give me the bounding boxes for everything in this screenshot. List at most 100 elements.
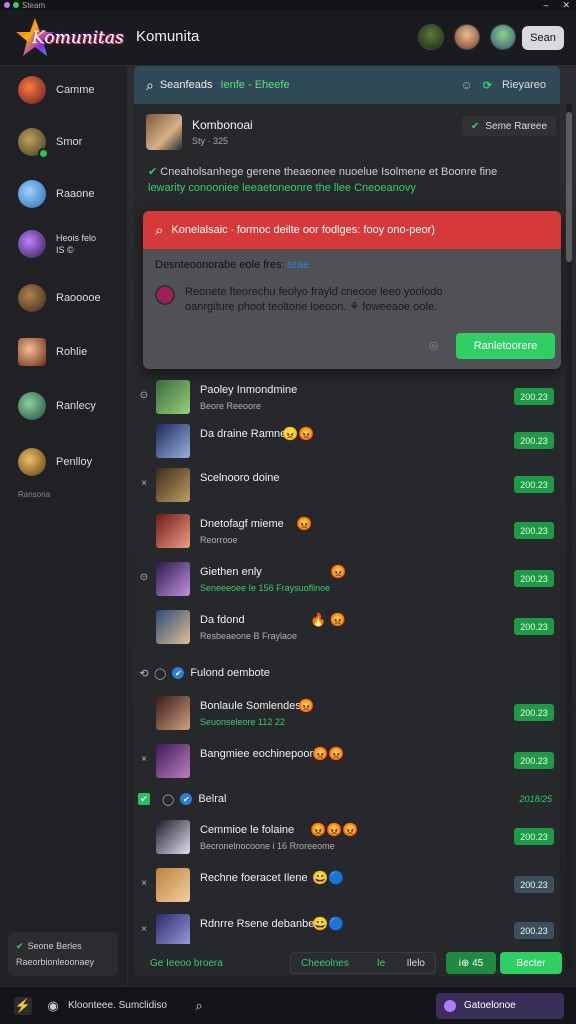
list-item[interactable]: ⊙ Paoley Inmondmine Beore Reeoore 200.23: [134, 374, 560, 422]
search-icon: ⌕: [146, 76, 154, 93]
app-dot-icon: [4, 2, 10, 8]
alert-dialog: ⌕ Konelalsaic ∙ formoc deilte oor fodlge…: [143, 211, 561, 369]
komunitas-logo[interactable]: Komunitas: [12, 14, 124, 64]
check-icon: ✔: [16, 941, 24, 951]
sidebar-item-label: Raaone: [56, 188, 95, 200]
row-badge-button[interactable]: 200.23: [514, 522, 554, 539]
row-title: Rdnrre Rsene debanbes.: [200, 918, 323, 930]
bottom-pill[interactable]: Cheeolnes Ie Ilelo: [290, 952, 436, 974]
emoji-icon: 😡: [298, 698, 315, 713]
alert-message-line-2: oanrgiture phoot teoltone loeoon. ⚘ fowe…: [185, 301, 438, 313]
list-item[interactable]: ⊙ Giethen enly Seneeeoee Ie 156 Fraysuof…: [134, 556, 560, 604]
sidebar-item-6[interactable]: Rohlie: [18, 338, 87, 366]
refresh-icon[interactable]: ⟳: [483, 79, 492, 92]
sidebar-item-label: Ranlecy: [56, 400, 96, 412]
row-sub: Resbeaeone B Fraylaoe: [200, 631, 298, 641]
sidebar-item-3[interactable]: Raaone: [18, 180, 95, 208]
list-item[interactable]: Da draine Ramne 😠😡 200.23: [134, 418, 560, 466]
emoji-icon: 😠😡: [282, 426, 315, 441]
profile-avatar[interactable]: [146, 114, 182, 150]
row-badge-button[interactable]: 200.23: [514, 432, 554, 449]
app-window: Steam – ✕ Komunitas Komunita Sean Camme …: [0, 0, 576, 1024]
app-launcher-icon[interactable]: ⚡: [14, 996, 32, 1015]
pill-mid-label: Ie: [376, 957, 386, 969]
close-button[interactable]: ✕: [562, 0, 570, 10]
game-icon: [18, 128, 49, 159]
row-lead-icon: ⊙: [139, 390, 149, 401]
section-header-friends[interactable]: ⟲ ◯ ✔ Fulond oembote: [134, 661, 560, 685]
minimize-button[interactable]: –: [543, 0, 548, 10]
circle-icon: ◯: [154, 667, 167, 680]
primary-action-button[interactable]: Becter: [500, 952, 562, 974]
row-badge-button[interactable]: 200.23: [514, 922, 554, 939]
verified-icon: ✔: [180, 793, 193, 805]
sidebar-item-1[interactable]: Camme: [18, 76, 95, 104]
search-hint: Ienfe - Eheefe: [220, 79, 290, 91]
sidebar: Camme Smor Raaone Heois felo IS © Raoooo…: [0, 66, 128, 986]
steam-icon[interactable]: ◉: [44, 997, 62, 1015]
row-badge-button[interactable]: 200.23: [514, 570, 554, 587]
list-item[interactable]: Dnetofagf mieme Reorrooe 😡 200.23: [134, 508, 560, 556]
search-input[interactable]: Seanfeads: [160, 79, 213, 91]
section-header-belral[interactable]: ✔ ◯ ✔ Belral 2018/25: [134, 787, 560, 811]
row-title: Dnetofagf mieme: [200, 518, 284, 530]
search-right-label[interactable]: Rieyareo: [502, 79, 546, 91]
header-avatar-2[interactable]: [454, 24, 480, 50]
checkbox[interactable]: ✔: [138, 793, 150, 805]
list-item[interactable]: × Scelnooro doine 200.23: [134, 462, 560, 510]
list-item[interactable]: × Rechne foeracet Ilene 😀🔵 200.23: [134, 862, 560, 910]
list-item[interactable]: Da fdond Resbeaeone B Fraylaoe 🔥 😡 200.2…: [134, 604, 560, 652]
list-item[interactable]: × Rdnrre Rsene debanbes. 😀🔵 200.23: [134, 908, 560, 944]
sidebar-status-card[interactable]: ✔ Seone Berles Raeorbionleoonaey: [8, 932, 118, 976]
emoji-icon: 😀🔵: [312, 916, 345, 931]
scrollbar[interactable]: [566, 104, 572, 974]
header-avatar-1[interactable]: [418, 24, 444, 50]
row-badge-button[interactable]: 200.23: [514, 876, 554, 893]
list-item[interactable]: Cemmioe le folaine Becronelnocoone i 16 …: [134, 814, 560, 862]
list-item[interactable]: × Bangmiee eochinepoore 😡😡 200.23: [134, 738, 560, 786]
alert-link[interactable]: teae: [288, 259, 309, 271]
row-sub: Seneeeoee Ie 156 Fraysuoflinoe: [200, 583, 331, 593]
status-label: Seme Rareee: [485, 120, 548, 132]
search-icon[interactable]: ⌕: [190, 997, 208, 1015]
row-sub: Reorrooe: [200, 535, 238, 545]
row-badge-button[interactable]: 200.23: [514, 618, 554, 635]
check-icon: ✔: [470, 120, 480, 132]
profile-header[interactable]: Kombonoai Sty · 325: [146, 114, 253, 150]
row-badge-button[interactable]: 200.23: [514, 476, 554, 493]
sidebar-item-7[interactable]: Ranlecy: [18, 392, 96, 420]
search-bar[interactable]: ⌕ Seanfeads Ienfe - Eheefe ☺ ⟳ Rieyareo: [134, 66, 560, 104]
row-badge-button[interactable]: 200.23: [514, 704, 554, 721]
description: ✔ Cneaholsanhege gerene theaeonee nuoelu…: [148, 164, 558, 196]
game-icon: [18, 392, 46, 420]
pill-left-label: Cheeolnes: [301, 957, 349, 969]
sidebar-item-5[interactable]: Raooooe: [18, 284, 101, 312]
row-badge-button[interactable]: 200.23: [514, 752, 554, 769]
taskbar-label[interactable]: Kloonteee. Sumclidiso: [68, 1000, 167, 1011]
header-action-button[interactable]: Sean: [522, 26, 564, 50]
emoji-icon: 😀🔵: [312, 870, 345, 885]
sidebar-item-8[interactable]: Penlloy: [18, 448, 92, 476]
row-avatar: [156, 744, 190, 778]
info-icon[interactable]: ◎: [429, 339, 439, 352]
sidebar-item-4[interactable]: Heois felo IS ©: [18, 230, 96, 258]
alert-confirm-button[interactable]: Ranletoorere: [456, 333, 555, 359]
sidebar-item-label: Camme: [56, 84, 95, 96]
status-pill[interactable]: ✔ Seme Rareee: [462, 116, 556, 136]
header-avatar-3[interactable]: [490, 24, 516, 50]
game-icon: [18, 338, 46, 366]
sidebar-item-2[interactable]: Smor: [18, 128, 82, 159]
row-title: Giethen enly: [200, 566, 262, 578]
secondary-action-button[interactable]: i⊕ 45: [446, 952, 496, 974]
refresh-icon: ⟲: [139, 667, 149, 680]
bottom-left-label[interactable]: Ge Ieeoo broera: [150, 958, 223, 969]
taskbar-app-button[interactable]: Gatoelonoe: [436, 992, 564, 1019]
emoji-icon[interactable]: ☺: [460, 78, 472, 92]
row-badge-button[interactable]: 200.23: [514, 388, 554, 405]
row-title: Scelnooro doine: [200, 472, 280, 484]
scrollbar-thumb[interactable]: [566, 112, 572, 262]
row-badge-button[interactable]: 200.23: [514, 828, 554, 845]
row-title: Bonlaule Somlendes: [200, 700, 301, 712]
list-item[interactable]: Bonlaule Somlendes Seuonseleore 112 22 😡…: [134, 690, 560, 738]
row-lead-icon: ×: [141, 754, 147, 765]
